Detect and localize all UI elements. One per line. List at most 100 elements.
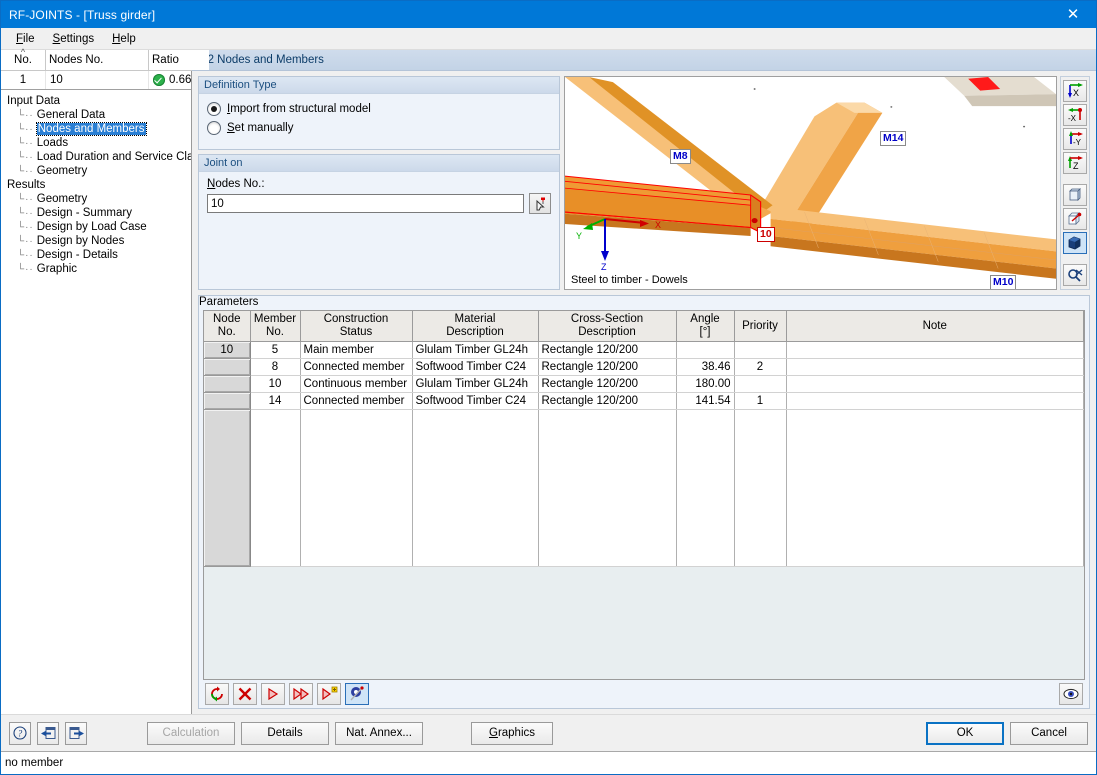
ok-button[interactable]: OK [926,721,1004,745]
cell-priority[interactable]: 1 [734,392,787,410]
tree-item-load-duration[interactable]: └·· Load Duration and Service Class [7,150,191,164]
cell-construction-status[interactable]: Main member [300,341,413,359]
cell-member-no[interactable]: 8 [250,358,301,376]
tree-item-design-by-load-case-label: Design by Load Case [36,221,147,233]
cell-note[interactable] [786,375,1084,393]
cell-member-no[interactable]: 10 [250,375,301,393]
refresh-button[interactable] [205,683,229,705]
tree-item-geometry-input[interactable]: └·· Geometry [7,164,191,178]
tree-item-graphic[interactable]: └·· Graphic [7,262,191,276]
cell-empty [412,409,539,567]
top-row: Definition Type Import from structural m… [192,71,1096,290]
cell-material[interactable]: Glulam Timber GL24h [412,375,539,393]
cell-material[interactable]: Softwood Timber C24 [412,358,539,376]
fast-forward-button[interactable] [289,683,313,705]
view-minus-x-button[interactable]: -X [1063,104,1087,126]
parameters-table-wrapper[interactable]: Node No. Member No. Construction Status [203,310,1085,680]
view-rotate-button[interactable] [1063,208,1087,230]
menu-settings[interactable]: Settings [44,31,104,47]
column-header-priority[interactable]: Priority [734,311,787,342]
nat-annex-button[interactable]: Nat. Annex... [335,721,423,745]
column-header-note[interactable]: Note [786,311,1084,342]
view-isometric-button[interactable] [1063,184,1087,206]
tree-item-general-data[interactable]: └·· General Data [7,108,191,122]
radio-import-from-structural-model[interactable]: Import from structural model [207,99,551,118]
column-header-material-description[interactable]: Material Description [412,311,539,342]
cell-priority[interactable] [734,375,787,393]
cell-cross-section[interactable]: Rectangle 120/200 [538,341,677,359]
column-header-no[interactable]: ^ No. [1,47,46,71]
tree-item-geometry-results[interactable]: └·· Geometry [7,192,191,206]
column-header-nodes-no[interactable]: Nodes No. [45,50,149,71]
table-row[interactable]: 14 Connected member Softwood Timber C24 … [204,392,1084,410]
cell-priority[interactable] [734,341,787,359]
step-button[interactable] [261,683,285,705]
window-titlebar: RF-JOINTS - [Truss girder] ✕ [1,1,1096,28]
add-button[interactable] [317,683,341,705]
axis-indicator-icon: X Y Z [576,218,661,271]
cell-note[interactable] [786,341,1084,359]
column-header-cross-section-description[interactable]: Cross-Section Description [538,311,677,342]
next-dialog-button[interactable] [65,721,87,745]
model-viewport[interactable]: X Y Z M8 M14 M10 10 Steel to timber - Do… [564,76,1057,290]
nodes-no-input[interactable] [207,194,524,213]
cell-member-no[interactable]: 14 [250,392,301,410]
column-header-member-no[interactable]: Member No. [250,311,301,342]
cell-empty [734,409,787,567]
column-header-construction-status[interactable]: Construction Status [300,311,413,342]
table-row[interactable]: 8 Connected member Softwood Timber C24 R… [204,358,1084,376]
visibility-button[interactable] [1059,683,1083,705]
delete-button[interactable] [233,683,257,705]
tree-item-design-details[interactable]: └·· Design - Details [7,248,191,262]
tree-item-graphic-label: Graphic [36,263,78,275]
graphics-button[interactable]: Graphics [471,721,553,745]
view-x-button[interactable]: X [1063,80,1087,102]
cell-cross-section[interactable]: Rectangle 120/200 [538,375,677,393]
svg-text:-X: -X [1068,114,1077,123]
tree-item-design-by-load-case[interactable]: └·· Design by Load Case [7,220,191,234]
cell-priority[interactable]: 2 [734,358,787,376]
view-zoom-reset-button[interactable] [1063,264,1087,286]
parameters-title: Parameters [199,296,259,308]
view-z-button[interactable]: Z [1063,152,1087,174]
cell-note[interactable] [786,358,1084,376]
sort-ascending-icon: ^ [20,47,26,57]
tree-item-loads[interactable]: └·· Loads [7,136,191,150]
menu-help[interactable]: Help [103,31,145,47]
cell-member-no[interactable]: 5 [250,341,301,359]
pick-from-model-icon[interactable] [529,193,551,214]
cell-material[interactable]: Softwood Timber C24 [412,392,539,410]
table-row[interactable]: 1 10 0.666 [1,70,210,89]
radio-set-manually[interactable]: Set manually [207,118,551,137]
cell-empty [300,409,413,567]
cell-construction-status[interactable]: Connected member [300,392,413,410]
cell-no: 1 [1,70,46,89]
cell-cross-section[interactable]: Rectangle 120/200 [538,358,677,376]
help-button[interactable]: ? [9,721,31,745]
viewport-area: X Y Z M8 M14 M10 10 Steel to timber - Do… [564,76,1090,290]
cell-construction-status[interactable]: Continuous member [300,375,413,393]
calculation-button[interactable]: Calculation [147,721,235,745]
cell-construction-status[interactable]: Connected member [300,358,413,376]
arrow-right-window-icon [69,727,84,739]
column-header-ratio[interactable]: Ratio [148,50,210,71]
column-header-node-no[interactable]: Node No. [204,311,251,342]
table-row[interactable]: 10 Continuous member Glulam Timber GL24h… [204,375,1084,393]
menu-file[interactable]: File [7,31,44,47]
table-row[interactable]: 10 5 Main member Glulam Timber GL24h Rec… [204,341,1084,359]
cancel-button[interactable]: Cancel [1010,721,1088,745]
tree-item-nodes-and-members[interactable]: └·· Nodes and Members [7,122,191,136]
details-button[interactable]: Details [241,721,329,745]
cell-note[interactable] [786,392,1084,410]
cell-material[interactable]: Glulam Timber GL24h [412,341,539,359]
close-icon[interactable]: ✕ [1050,1,1096,28]
view-minus-y-button[interactable]: -Y [1063,128,1087,150]
cell-cross-section[interactable]: Rectangle 120/200 [538,392,677,410]
view-render-button[interactable] [1063,232,1087,254]
tree-item-design-by-nodes[interactable]: └·· Design by Nodes [7,234,191,248]
node-label-10: 10 [757,227,775,242]
column-header-angle[interactable]: Angle [°] [676,311,735,342]
tree-item-design-summary[interactable]: └·· Design - Summary [7,206,191,220]
previous-dialog-button[interactable] [37,721,59,745]
view-toggle-button[interactable] [345,683,369,705]
